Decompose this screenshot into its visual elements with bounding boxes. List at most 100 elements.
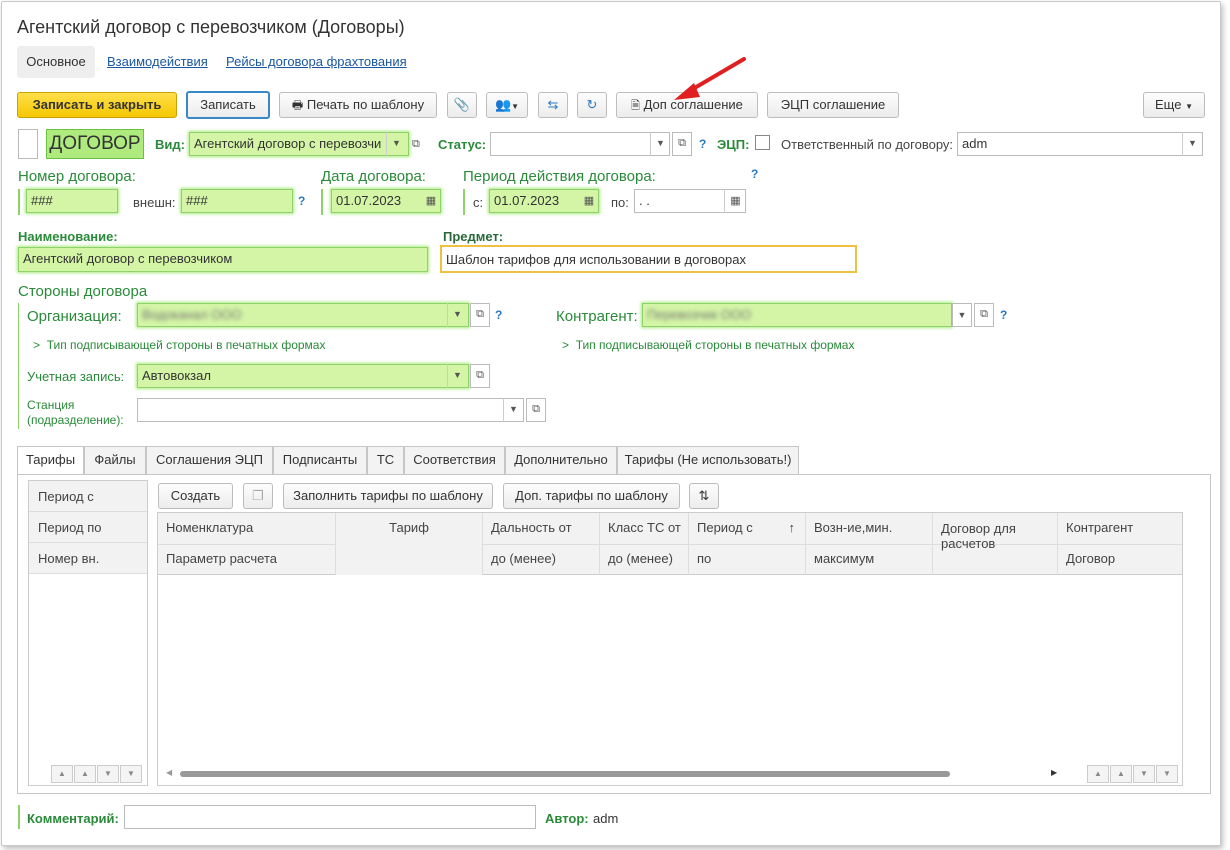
tariffs-table[interactable]: Номенклатура Параметр расчета Тариф Даль…	[157, 512, 1183, 786]
from-label: с:	[473, 195, 484, 210]
column-header[interactable]: Возн-ие,мин.	[806, 513, 933, 544]
help-icon[interactable]: ?	[495, 308, 502, 322]
organization-select[interactable]: Водоканал ООО	[137, 303, 469, 327]
column-header[interactable]: по	[689, 544, 806, 575]
fill-tariffs-button[interactable]: Заполнить тарифы по шаблону	[283, 483, 493, 509]
chevron-down-icon[interactable]: ▼	[447, 303, 467, 327]
vid-value: Агентский договор с перевозчи	[194, 136, 382, 151]
ecp-agreement-button[interactable]: ЭЦП соглашение	[767, 92, 899, 118]
help-icon[interactable]: ?	[699, 137, 706, 151]
scroll-down-icon[interactable]: ▼	[1133, 765, 1155, 783]
chevron-down-icon[interactable]: ▼	[386, 132, 406, 156]
nav-main[interactable]: Основное	[17, 46, 95, 78]
users-menu-button[interactable]: 👥▼	[486, 92, 528, 118]
column-header[interactable]: Тариф	[336, 513, 483, 575]
tab-files[interactable]: Файлы	[84, 446, 146, 474]
exchange-button[interactable]: ⇆	[538, 92, 568, 118]
ecp-checkbox[interactable]	[755, 135, 770, 150]
list-item[interactable]: Период с	[29, 481, 147, 512]
chevron-down-icon[interactable]: ▼	[650, 132, 670, 156]
column-header[interactable]: до (менее)	[483, 544, 600, 575]
tab-tariffs-old[interactable]: Тарифы (Не использовать!)	[617, 446, 799, 474]
open-icon[interactable]: ⧉	[672, 132, 692, 156]
nav-trips[interactable]: Рейсы договора фрахтования	[226, 46, 407, 78]
scroll-top-icon[interactable]: ▲	[1087, 765, 1109, 783]
column-header[interactable]: Договор	[1058, 544, 1182, 575]
dop-tariffs-button[interactable]: Доп. тарифы по шаблону	[503, 483, 680, 509]
tab-ecp-agreements[interactable]: Соглашения ЭЦП	[146, 446, 273, 474]
number-input[interactable]: ###	[26, 189, 118, 213]
subject-input[interactable]: Шаблон тарифов для использовании в догов…	[440, 245, 857, 273]
scroll-left-icon[interactable]: ◀	[166, 768, 172, 777]
print-template-button[interactable]: 🖶 Печать по шаблону	[279, 92, 437, 118]
tab-ts[interactable]: ТС	[367, 446, 404, 474]
tab-tariffs[interactable]: Тарифы	[17, 446, 84, 475]
counterparty-select[interactable]: Перевозчик ООО	[642, 303, 952, 327]
sign-type-expander-contr[interactable]: > Тип подписывающей стороны в печатных ф…	[562, 338, 854, 352]
nav-interactions[interactable]: Взаимодействия	[107, 46, 208, 78]
open-icon[interactable]: ⧉	[526, 398, 546, 422]
list-item[interactable]: Номер вн.	[29, 543, 147, 574]
help-icon[interactable]: ?	[298, 194, 305, 208]
responsible-select[interactable]: adm	[957, 132, 1203, 156]
column-header[interactable]: Номенклатура	[158, 513, 336, 544]
column-header-period[interactable]: Период с ↑	[689, 513, 806, 544]
scroll-bottom-icon[interactable]: ▼	[120, 765, 142, 783]
tab-matches[interactable]: Соответствия	[404, 446, 505, 474]
chevron-down-icon[interactable]: ▼	[1182, 132, 1202, 156]
scroll-top-icon[interactable]: ▲	[51, 765, 73, 783]
nav-interactions-link[interactable]: Взаимодействия	[107, 54, 208, 69]
scroll-down-icon[interactable]: ▼	[97, 765, 119, 783]
list-item[interactable]: Период по	[29, 512, 147, 543]
tab-additional[interactable]: Дополнительно	[505, 446, 617, 474]
scroll-up-icon[interactable]: ▲	[1110, 765, 1132, 783]
station-select[interactable]	[137, 398, 524, 422]
scroll-bottom-icon[interactable]: ▼	[1156, 765, 1178, 783]
create-button[interactable]: Создать	[158, 483, 233, 509]
chevron-down-icon[interactable]: ▼	[447, 364, 467, 388]
open-icon[interactable]: ⧉	[470, 303, 490, 327]
external-label: внешн:	[133, 195, 176, 210]
chevron-down-icon[interactable]: ▼	[503, 398, 523, 422]
copy-button[interactable]: ❐	[243, 483, 273, 509]
nav-trips-link[interactable]: Рейсы договора фрахтования	[226, 54, 407, 69]
period-list[interactable]: Период с Период по Номер вн.	[28, 480, 148, 786]
calendar-icon[interactable]: ▦	[421, 189, 441, 213]
more-button[interactable]: Еще ▼	[1143, 92, 1205, 118]
external-number-input[interactable]: ###	[181, 189, 293, 213]
sign-type-expander-org[interactable]: > Тип подписывающей стороны в печатных ф…	[33, 338, 325, 352]
save-button[interactable]: Записать	[186, 91, 270, 119]
organization-value: Водоканал ООО	[142, 307, 242, 322]
chevron-down-icon[interactable]: ▼	[952, 303, 972, 327]
attach-button[interactable]: 📎	[447, 92, 477, 118]
save-close-button[interactable]: Записать и закрыть	[17, 92, 177, 118]
scroll-right-icon[interactable]: ▶	[1051, 768, 1057, 777]
scroll-up-icon[interactable]: ▲	[74, 765, 96, 783]
open-icon[interactable]: ⧉	[974, 303, 994, 327]
column-header[interactable]: Договор для расчетов	[933, 513, 1058, 575]
column-header[interactable]: Контрагент	[1058, 513, 1182, 544]
calendar-icon[interactable]: ▦	[724, 189, 746, 213]
calendar-icon[interactable]: ▦	[579, 189, 599, 213]
picture-box[interactable]	[18, 129, 38, 159]
help-icon[interactable]: ?	[751, 167, 758, 181]
sign-type-label: Тип подписывающей стороны в печатных фор…	[575, 338, 855, 352]
refresh-button[interactable]: ↻	[577, 92, 607, 118]
horizontal-scrollbar[interactable]	[180, 771, 950, 777]
swap-button[interactable]: ⇅	[689, 483, 719, 509]
comment-input[interactable]	[124, 805, 536, 829]
column-header[interactable]: Дальность от	[483, 513, 600, 544]
column-header[interactable]: Параметр расчета	[158, 544, 336, 575]
help-icon[interactable]: ?	[1000, 308, 1007, 322]
name-input[interactable]: Агентский договор с перевозчиком	[18, 247, 428, 272]
vid-select[interactable]: Агентский договор с перевозчи	[189, 132, 409, 156]
column-header[interactable]: Класс ТС от	[600, 513, 689, 544]
open-icon[interactable]: ⧉	[412, 132, 428, 156]
status-select[interactable]	[490, 132, 670, 156]
column-header[interactable]: до (менее)	[600, 544, 689, 575]
tab-signers[interactable]: Подписанты	[273, 446, 367, 474]
column-header[interactable]: максимум	[806, 544, 933, 575]
open-icon[interactable]: ⧉	[470, 364, 490, 388]
account-select[interactable]: Автовокзал	[137, 364, 469, 388]
station-label: Станция (подразделение):	[27, 398, 124, 428]
